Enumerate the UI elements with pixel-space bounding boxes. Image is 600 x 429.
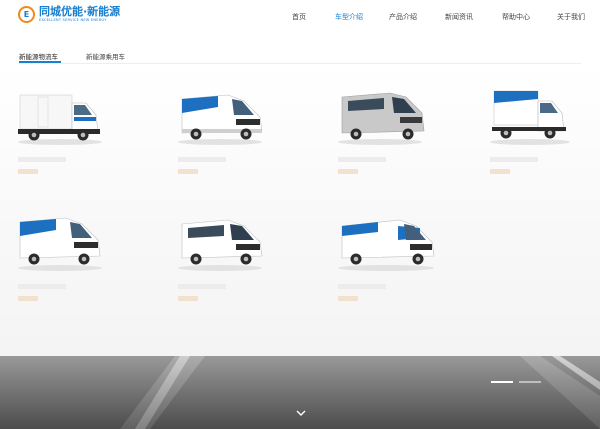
nav-item-models[interactable]: 车型介绍 [335, 12, 363, 22]
product-price [338, 296, 358, 301]
product-price [490, 169, 510, 174]
slide-indicator-1[interactable] [491, 381, 513, 383]
nav-item-help[interactable]: 帮助中心 [502, 12, 530, 22]
product-price [178, 296, 198, 301]
main-nav: 首页 车型介绍 产品介绍 新闻资讯 帮助中心 关于我们 [0, 12, 600, 24]
product-image-box-truck [18, 94, 102, 145]
product-name [338, 157, 386, 162]
product-card[interactable] [338, 85, 468, 185]
product-name [18, 284, 66, 289]
product-card[interactable] [178, 85, 308, 185]
product-name [178, 157, 226, 162]
product-price [178, 169, 198, 174]
product-image-van-long [338, 219, 435, 271]
product-image-minivan [178, 219, 263, 271]
product-card[interactable] [490, 85, 600, 185]
product-name [178, 284, 226, 289]
slide-indicators [491, 381, 541, 383]
product-image-van [18, 217, 102, 271]
nav-item-products[interactable]: 产品介绍 [389, 12, 417, 22]
product-price [338, 169, 358, 174]
hero-banner [0, 356, 600, 429]
product-image-van [338, 92, 425, 145]
banner-road-image [0, 356, 600, 429]
product-name [18, 157, 66, 162]
product-image-van [178, 94, 263, 145]
site-header: E 同城优能·新能源 EXCELLENT SERVICE NEW ENERGY … [0, 0, 600, 34]
product-name [490, 157, 538, 162]
product-name [338, 284, 386, 289]
product-card[interactable] [18, 212, 148, 312]
slide-indicator-2[interactable] [519, 381, 541, 383]
nav-item-home[interactable]: 首页 [292, 12, 306, 22]
tab-logistics-vehicles[interactable]: 新能源物流车 [19, 51, 58, 61]
chevron-down-icon[interactable] [296, 408, 306, 418]
product-card[interactable] [18, 85, 148, 185]
product-price [18, 169, 38, 174]
product-image-box-truck-small [490, 90, 570, 145]
nav-item-news[interactable]: 新闻资讯 [445, 12, 473, 22]
product-card[interactable] [178, 212, 308, 312]
nav-item-about[interactable]: 关于我们 [557, 12, 585, 22]
product-price [18, 296, 38, 301]
tab-passenger-vehicles[interactable]: 新能源乘用车 [86, 51, 125, 61]
product-card[interactable] [338, 212, 468, 312]
